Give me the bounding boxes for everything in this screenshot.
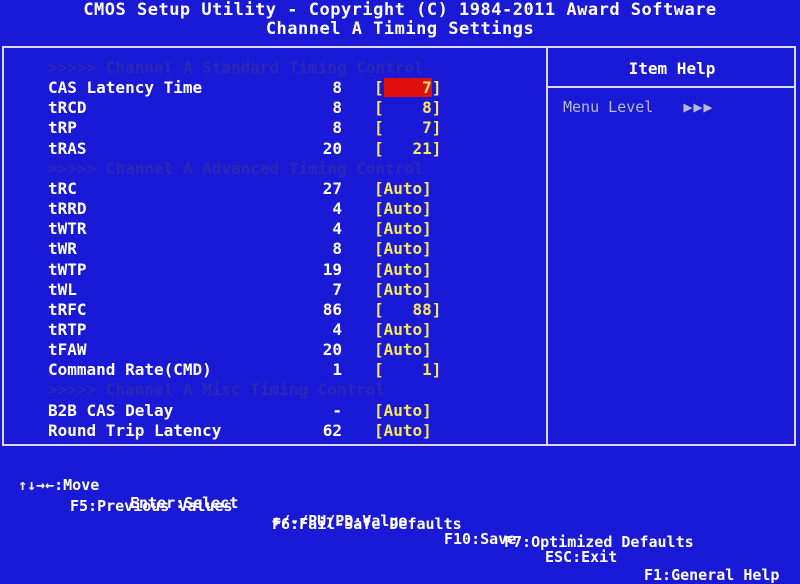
menu-level-arrows-icon: ▶▶▶	[683, 98, 714, 116]
panel-divider	[546, 46, 548, 446]
selected-value-highlight[interactable]: 7	[383, 78, 432, 97]
current-value: 86	[322, 300, 342, 319]
section-header: >>>>> Channel A Misc Timing Control	[48, 380, 386, 399]
setting-label: Round Trip Latency	[48, 421, 222, 440]
setting-value[interactable]: [ 7]	[374, 118, 441, 137]
setting-label: Command Rate(CMD)	[48, 360, 212, 379]
setting-value[interactable]: [Auto]	[374, 421, 434, 440]
setting-value[interactable]: [Auto]	[374, 219, 434, 238]
page-title: Channel A Timing Settings	[265, 19, 535, 39]
setting-label: tFAW	[48, 340, 87, 359]
footer-optimized: F7:Optimized Defaults	[504, 533, 694, 551]
section-header: >>>>> Channel A Standard Timing Control	[48, 58, 424, 77]
bracket-close: ]	[431, 78, 442, 97]
setting-label: tRFC	[48, 300, 87, 319]
footer-line-2: F5:Previous Values F6:Fail-Safe Defaults…	[0, 479, 800, 551]
current-value: 8	[332, 78, 342, 97]
setting-value[interactable]: [Auto]	[374, 320, 434, 339]
current-value: 19	[322, 260, 342, 279]
current-value: 8	[332, 98, 342, 117]
setting-label: tRP	[48, 118, 77, 137]
item-help-title: Item Help	[628, 59, 716, 78]
bracket-open: [	[374, 78, 384, 97]
current-value: 4	[332, 199, 342, 218]
setting-label: B2B CAS Delay	[48, 401, 174, 420]
current-value: 8	[332, 118, 342, 137]
setting-label: CAS Latency Time	[48, 78, 203, 97]
current-value: 4	[332, 320, 342, 339]
setting-value[interactable]: [Auto]	[374, 260, 434, 279]
setting-label: tRC	[48, 179, 77, 198]
help-divider	[548, 86, 796, 88]
menu-level-label: Menu Level	[563, 98, 654, 116]
footer-previous: F5:Previous Values	[70, 497, 233, 515]
setting-value[interactable]: [ 88]	[374, 300, 441, 319]
setting-value[interactable]: [ 7]	[374, 78, 441, 97]
current-value: 20	[322, 139, 342, 158]
setting-label: tRCD	[48, 98, 87, 117]
current-value: -	[332, 401, 342, 420]
setting-value[interactable]: [Auto]	[374, 401, 434, 420]
setting-value[interactable]: [Auto]	[374, 280, 434, 299]
section-header: >>>>> Channel A Advanced Timing Control	[48, 159, 424, 178]
setting-value[interactable]: [ 1]	[374, 360, 441, 379]
current-value: 20	[322, 340, 342, 359]
setting-value[interactable]: [ 8]	[374, 98, 441, 117]
current-value: 4	[332, 219, 342, 238]
setting-value[interactable]: [Auto]	[374, 199, 434, 218]
setting-label: tWTR	[48, 219, 87, 238]
setting-value[interactable]: [Auto]	[374, 239, 434, 258]
menu-level: Menu Level ▶▶▶	[563, 98, 713, 116]
setting-value[interactable]: [Auto]	[374, 179, 434, 198]
setting-label: tRRD	[48, 199, 87, 218]
current-value: 1	[332, 360, 342, 379]
setting-label: tWTP	[48, 260, 87, 279]
footer-help: F1:General Help	[644, 566, 780, 584]
current-value: 27	[322, 179, 342, 198]
current-value: 62	[322, 421, 342, 440]
setting-label: tWL	[48, 280, 77, 299]
setting-label: tWR	[48, 239, 77, 258]
current-value: 7	[332, 280, 342, 299]
setting-label: tRAS	[48, 139, 87, 158]
setting-label: tRTP	[48, 320, 87, 339]
setting-value[interactable]: [ 21]	[374, 139, 441, 158]
footer-failsafe: F6:Fail-Safe Defaults	[272, 515, 462, 533]
bios-title: CMOS Setup Utility - Copyright (C) 1984-…	[83, 0, 717, 20]
setting-value[interactable]: [Auto]	[374, 340, 434, 359]
current-value: 8	[332, 239, 342, 258]
